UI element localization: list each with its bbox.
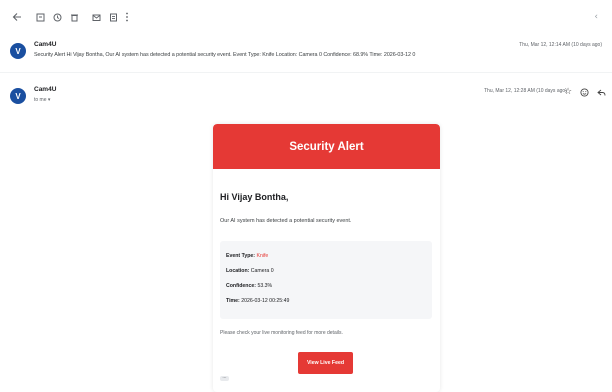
time-value: 2026-03-12 00:25:49 bbox=[241, 298, 290, 304]
archive-icon[interactable] bbox=[33, 10, 47, 24]
view-live-feed-button[interactable]: View Live Feed bbox=[298, 352, 353, 374]
envelope-icon[interactable] bbox=[89, 10, 103, 24]
star-icon[interactable]: ☆ bbox=[562, 86, 574, 98]
divider bbox=[0, 72, 612, 73]
confidence-label: Confidence: bbox=[226, 283, 256, 289]
recipient-toggle[interactable]: to me ▾ bbox=[34, 97, 50, 103]
trash-icon[interactable] bbox=[67, 10, 81, 24]
message-snippet: Security Alert Hi Vijay Bontha, Our AI s… bbox=[34, 52, 416, 58]
confidence-value: 53.3% bbox=[257, 283, 273, 289]
avatar: V bbox=[10, 43, 26, 59]
folder-icon[interactable] bbox=[106, 10, 120, 24]
event-type-label: Event Type: bbox=[226, 253, 256, 259]
confidence-row: Confidence: 53.3% bbox=[226, 283, 272, 289]
more-vertical-icon[interactable] bbox=[120, 10, 134, 24]
show-trimmed-content[interactable]: ... bbox=[220, 375, 229, 381]
emoji-icon[interactable] bbox=[578, 86, 590, 98]
time-row: Time: 2026-03-12 00:25:49 bbox=[226, 298, 289, 304]
sender-name: Cam4U bbox=[34, 41, 57, 48]
time-label: Time: bbox=[226, 298, 240, 304]
chevron-left-icon[interactable]: ‹ bbox=[594, 12, 598, 22]
alert-header: Security Alert bbox=[213, 124, 440, 169]
email-card: Security Alert Hi Vijay Bontha, Our AI s… bbox=[213, 124, 440, 392]
footer-note: Please check your live monitoring feed f… bbox=[220, 330, 343, 336]
arrow-left-icon[interactable] bbox=[10, 10, 24, 24]
event-details: Event Type: Knife Location: Camera 0 Con… bbox=[220, 241, 432, 319]
intro-text: Our AI system has detected a potential s… bbox=[220, 218, 352, 224]
message-date: Thu, Mar 12, 12:14 AM (10 days ago) bbox=[519, 42, 602, 48]
sender-name: Cam4U bbox=[34, 86, 57, 93]
avatar: V bbox=[10, 88, 26, 104]
message-toolbar: ‹ bbox=[0, 0, 612, 34]
message-date: Thu, Mar 12, 12:28 AM (10 days ago) bbox=[484, 88, 567, 94]
event-type-value: Knife bbox=[256, 253, 269, 259]
reply-icon[interactable] bbox=[595, 86, 607, 98]
location-row: Location: Camera 0 bbox=[226, 268, 274, 274]
event-type-row: Event Type: Knife bbox=[226, 253, 268, 259]
location-label: Location: bbox=[226, 268, 250, 274]
location-value: Camera 0 bbox=[250, 268, 274, 274]
greeting: Hi Vijay Bontha, bbox=[220, 192, 289, 202]
clock-icon[interactable] bbox=[50, 10, 64, 24]
alert-title: Security Alert bbox=[289, 140, 364, 153]
collapsed-message[interactable]: V Cam4U Security Alert Hi Vijay Bontha, … bbox=[0, 34, 612, 68]
